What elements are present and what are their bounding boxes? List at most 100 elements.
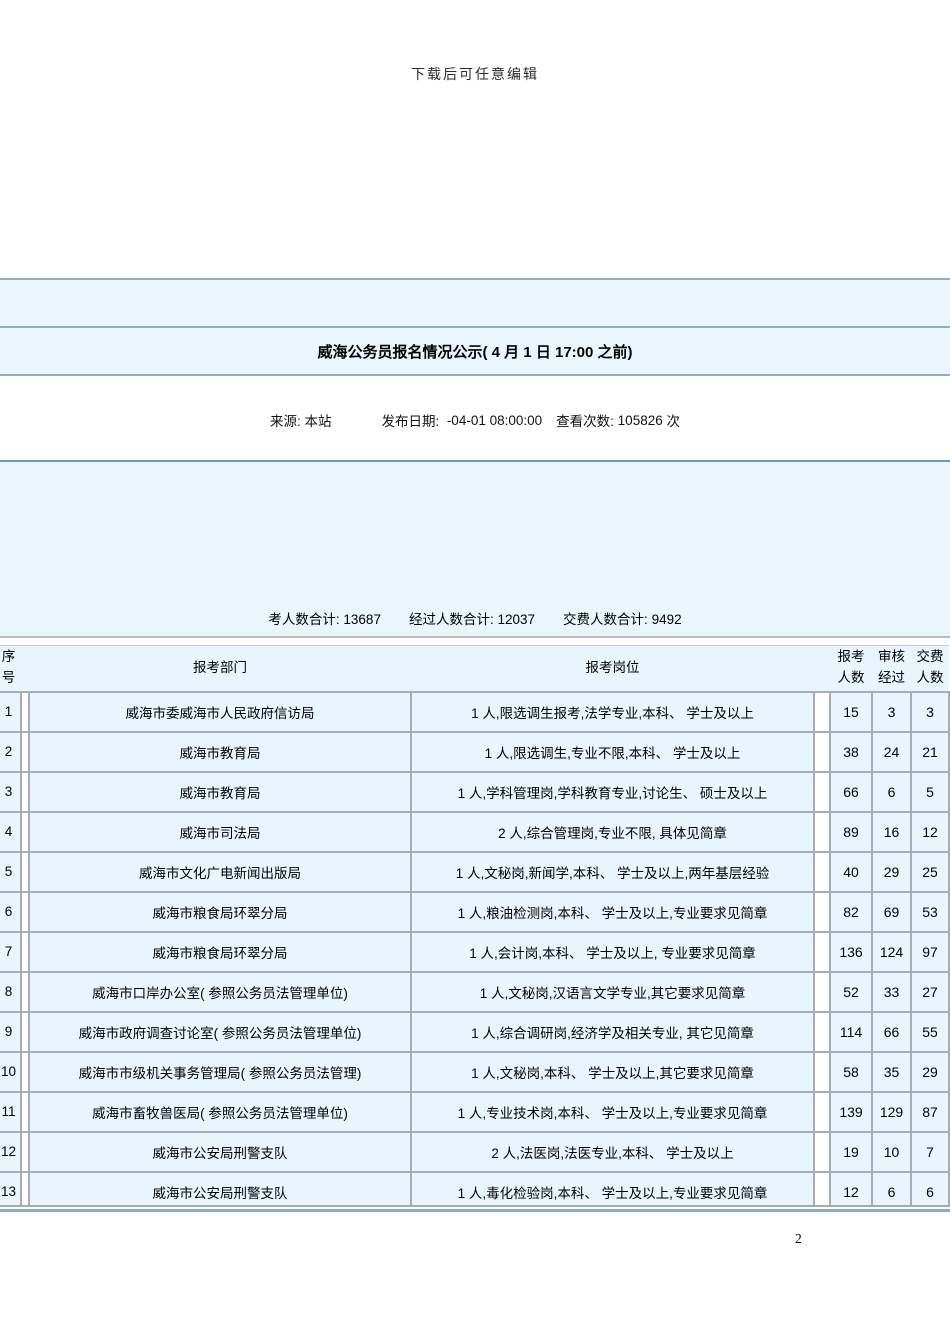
cell-audit: 29 — [871, 850, 912, 893]
header-paid: 交费 人数 — [911, 645, 949, 693]
cell-index: 12 — [0, 1130, 22, 1173]
cell-applicants: 38 — [829, 730, 873, 773]
views-label: 查看次数: — [556, 414, 614, 429]
page-title: 威海公务员报名情况公示( 4 月 1 日 17:00 之前) — [317, 343, 633, 361]
cell-position: 1 人,综合调研岗,经济学及相关专业, 其它见简章 — [410, 1010, 815, 1053]
cell-position: 1 人,专业技术岗,本科、 学士及以上,专业要求见简章 — [410, 1090, 815, 1133]
cell-paid: 87 — [910, 1090, 950, 1133]
cell-spacer — [814, 1130, 830, 1173]
cell-audit: 6 — [871, 770, 912, 813]
registration-table: 序号 报考部门 报考岗位 报考 人数 审核 经过 交费 人数 1 威海市委威海市人民政府… — [0, 645, 950, 1207]
cell-spacer — [21, 850, 29, 893]
cell-spacer — [814, 930, 830, 973]
publish-date-label: 发布日期: — [381, 414, 440, 429]
header-spacer — [21, 645, 29, 693]
cell-spacer — [21, 810, 29, 853]
cell-department: 威海市教育局 — [28, 730, 412, 773]
cell-spacer — [814, 730, 830, 773]
passed-total: 经过人数合计: 12037 — [408, 612, 536, 627]
cell-spacer — [21, 770, 29, 813]
cell-department: 威海市粮食局环翠分局 — [28, 890, 412, 933]
cell-department: 威海市口岸办公室( 参照公务员法管理单位) — [28, 970, 412, 1013]
cell-department: 威海市文化广电新闻出版局 — [28, 850, 412, 893]
cell-spacer — [814, 890, 830, 933]
cell-spacer — [21, 970, 29, 1013]
cell-index: 10 — [0, 1050, 22, 1093]
stats-band: 考人数合计: 13687 经过人数合计: 12037 交费人数合计: 9492 — [0, 460, 950, 638]
cell-paid: 53 — [910, 890, 950, 933]
cell-paid: 29 — [910, 1050, 950, 1093]
cell-index: 6 — [0, 890, 22, 933]
cell-applicants: 139 — [829, 1090, 873, 1133]
cell-paid: 12 — [910, 810, 950, 853]
cell-department: 威海市司法局 — [28, 810, 412, 853]
cell-department: 威海市公安局刑警支队 — [28, 1170, 412, 1207]
cell-spacer — [21, 1050, 29, 1093]
source-value: 本站 — [304, 414, 332, 429]
cell-spacer — [21, 1170, 29, 1207]
table-row: 6 威海市粮食局环翠分局 1 人,粮油检测岗,本科、 学士及以上,专业要求见简章 82… — [0, 890, 950, 933]
table-bottom-rule-thin — [0, 1205, 950, 1207]
cell-position: 1 人,文秘岗,汉语言文学专业,其它要求见简章 — [410, 970, 815, 1013]
cell-audit: 33 — [871, 970, 912, 1013]
cell-position: 1 人,粮油检测岗,本科、 学士及以上,专业要求见简章 — [410, 890, 815, 933]
table-header-row: 序号 报考部门 报考岗位 报考 人数 审核 经过 交费 人数 — [0, 645, 949, 693]
title-band: 威海公务员报名情况公示( 4 月 1 日 17:00 之前) — [0, 328, 950, 376]
cell-audit: 6 — [871, 1170, 912, 1207]
cell-paid: 21 — [910, 730, 950, 773]
table-row: 4 威海市司法局 2 人,综合管理岗,专业不限, 具体见简章 89 16 12 — [0, 810, 950, 853]
watermark-text: 下载后可任意编辑 — [411, 68, 539, 83]
cell-spacer — [814, 1050, 830, 1093]
cell-index: 8 — [0, 970, 22, 1013]
cell-index: 4 — [0, 810, 22, 853]
page-number: 2 — [795, 1231, 802, 1246]
views-value: 105826 — [617, 412, 663, 428]
cell-paid: 3 — [910, 690, 950, 733]
cell-index: 13 — [0, 1170, 22, 1207]
paid-total: 交费人数合计: 9492 — [563, 612, 682, 627]
cell-spacer — [21, 1090, 29, 1133]
cell-audit: 3 — [871, 690, 912, 733]
cell-department: 威海市委威海市人民政府信访局 — [28, 690, 412, 733]
cell-audit: 66 — [871, 1010, 912, 1053]
cell-position: 1 人,限选调生报考,法学专业,本科、 学士及以上 — [410, 690, 815, 733]
cell-spacer — [21, 730, 29, 773]
cell-audit: 35 — [871, 1050, 912, 1093]
cell-department: 威海市畜牧兽医局( 参照公务员法管理单位) — [28, 1090, 412, 1133]
cell-paid: 6 — [910, 1170, 950, 1207]
cell-position: 1 人,会计岗,本科、 学士及以上, 专业要求见简章 — [410, 930, 815, 973]
registration-table-container: 序号 报考部门 报考岗位 报考 人数 审核 经过 交费 人数 1 威海市委威海市人民政府… — [0, 645, 950, 1207]
table-row: 5 威海市文化广电新闻出版局 1 人,文秘岗,新闻学,本科、 学士及以上,两年基层经… — [0, 850, 950, 893]
table-row: 9 威海市政府调查讨论室( 参照公务员法管理单位) 1 人,综合调研岗,经济学及相关… — [0, 1010, 950, 1053]
cell-audit: 124 — [871, 930, 912, 973]
table-row: 11 威海市畜牧兽医局( 参照公务员法管理单位) 1 人,专业技术岗,本科、 学士及… — [0, 1090, 950, 1133]
cell-spacer — [21, 690, 29, 733]
cell-spacer — [814, 1010, 830, 1053]
table-row: 7 威海市粮食局环翠分局 1 人,会计岗,本科、 学士及以上, 专业要求见简章 136… — [0, 930, 950, 973]
top-empty-band — [0, 278, 950, 328]
cell-spacer — [814, 850, 830, 893]
table-row: 13 威海市公安局刑警支队 1 人,毒化检验岗,本科、 学士及以上,专业要求见简章 1… — [0, 1170, 950, 1207]
cell-spacer — [21, 1010, 29, 1053]
table-row: 12 威海市公安局刑警支队 2 人,法医岗,法医专业,本科、 学士及以上 19 10 7 — [0, 1130, 950, 1173]
cell-department: 威海市公安局刑警支队 — [28, 1130, 412, 1173]
cell-paid: 5 — [910, 770, 950, 813]
publish-date-value: -04-01 08:00:00 — [446, 412, 543, 428]
cell-paid: 97 — [910, 930, 950, 973]
totals-row: 考人数合计: 13687 经过人数合计: 12037 交费人数合计: 9492 — [0, 608, 950, 628]
cell-applicants: 19 — [829, 1130, 873, 1173]
header-applicants: 报考 人数 — [830, 645, 872, 693]
header-index: 序号 — [0, 645, 21, 693]
header-spacer — [814, 645, 830, 693]
header-position: 报考岗位 — [411, 645, 814, 693]
cell-spacer — [21, 1130, 29, 1173]
table-bottom-rule-steel — [0, 1209, 950, 1212]
cell-applicants: 12 — [829, 1170, 873, 1207]
cell-paid: 7 — [910, 1130, 950, 1173]
header-department: 报考部门 — [29, 645, 411, 693]
cell-spacer — [814, 1170, 830, 1207]
cell-department: 威海市政府调查讨论室( 参照公务员法管理单位) — [28, 1010, 412, 1053]
cell-department: 威海市教育局 — [28, 770, 412, 813]
cell-audit: 69 — [871, 890, 912, 933]
cell-applicants: 136 — [829, 930, 873, 973]
